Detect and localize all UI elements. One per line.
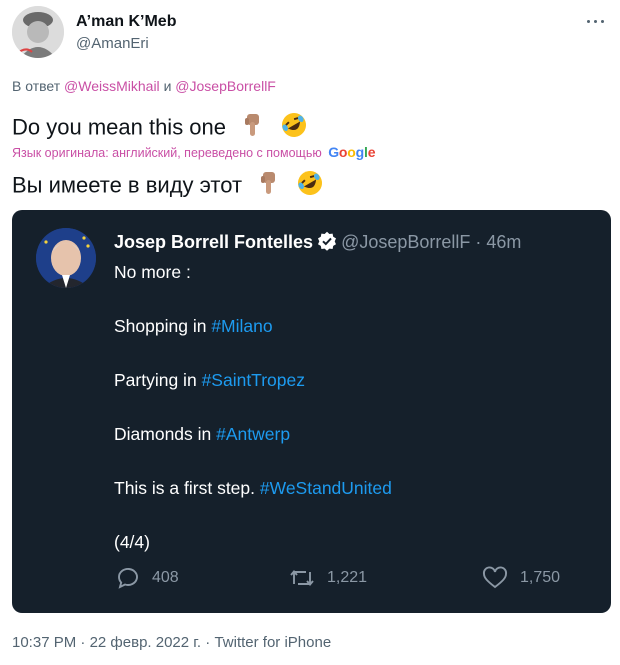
pointing-down-emoji-icon xyxy=(256,170,282,203)
tweet-time[interactable]: 10:37 PM xyxy=(12,634,76,651)
mention-link-2[interactable]: @JosepBorrellF xyxy=(175,78,276,94)
hashtag-antwerp: #Antwerp xyxy=(216,424,291,444)
google-logo: Google xyxy=(328,144,376,160)
tweet-source[interactable]: Twitter for iPhone xyxy=(214,634,331,651)
translated-text-content: Вы имеете в виду этот xyxy=(12,172,243,198)
quoted-author-handle: @JosepBorrellF · 46m xyxy=(341,232,522,252)
retweet-icon xyxy=(290,570,314,586)
translation-note: Язык оригинала: английский, переведено с… xyxy=(12,144,375,160)
tweet-footer: 10:37 PM · 22 февр. 2022 г. · Twitter fo… xyxy=(12,634,331,651)
quoted-tweet-image[interactable]: Josep Borrell Fontelles @JosepBorrellF · … xyxy=(12,210,611,613)
tweet-text-content: Do you mean this one xyxy=(12,114,227,140)
heart-icon xyxy=(483,566,507,589)
reply-count-value: 408 xyxy=(152,569,179,586)
quoted-line: No more : xyxy=(114,260,584,314)
tweet-header: A’man K’Meb @AmanEri xyxy=(12,6,612,62)
quoted-author-name: Josep Borrell Fontelles xyxy=(114,232,314,252)
reply-icon xyxy=(118,568,138,589)
quoted-line: Diamonds in #Antwerp xyxy=(114,422,584,476)
author-handle[interactable]: @AmanEri xyxy=(76,34,176,54)
quoted-line: Partying in #SaintTropez xyxy=(114,368,584,422)
quoted-line-text: Shopping in xyxy=(114,316,207,336)
mention-link-1[interactable]: @WeissMikhail xyxy=(64,78,160,94)
rofl-emoji-icon xyxy=(296,169,324,204)
hashtag-saint-tropez: #SaintTropez xyxy=(201,370,305,390)
translated-text: Вы имеете в виду этот xyxy=(12,169,324,204)
quoted-tweet-actions: 408 1,221 1,750 xyxy=(116,566,586,592)
quoted-line: Shopping in #Milano xyxy=(114,314,584,368)
author-display-name[interactable]: A’man K’Meb xyxy=(76,12,176,32)
tweet-date[interactable]: 22 февр. 2022 г. xyxy=(90,634,202,651)
pointing-down-emoji-icon xyxy=(240,112,266,145)
reply-conjunction: и xyxy=(163,78,172,94)
hashtag-milano: #Milano xyxy=(211,316,273,336)
quoted-line-text: Partying in xyxy=(114,370,197,390)
retweet-count-value: 1,221 xyxy=(327,569,368,586)
author-names: A’man K’Meb @AmanEri xyxy=(76,12,176,54)
verified-badge-icon xyxy=(317,231,337,256)
separator-dot: · xyxy=(80,634,86,651)
replying-to: В ответ @WeissMikhail и @JosepBorrellF xyxy=(12,78,276,94)
like-count-value: 1,750 xyxy=(520,569,561,586)
quoted-tweet-body: No more : Shopping in #Milano Partying i… xyxy=(114,260,584,584)
hashtag-westandunited: #WeStandUnited xyxy=(259,478,392,498)
more-options-icon[interactable] xyxy=(584,12,608,32)
quoted-line-text: Diamonds in xyxy=(114,424,212,444)
quoted-line-text: No more : xyxy=(114,262,191,282)
author-avatar[interactable] xyxy=(12,6,64,58)
quoted-tweet-header: Josep Borrell Fontelles @JosepBorrellF · … xyxy=(114,231,521,256)
separator-dot: · xyxy=(205,634,211,651)
reply-count: 408 xyxy=(116,566,179,590)
quoted-line: This is a first step. #WeStandUnited xyxy=(114,476,584,530)
like-count: 1,750 xyxy=(482,566,560,590)
translation-note-text: Язык оригинала: английский, переведено с… xyxy=(12,146,322,160)
quoted-line-text: This is a first step. xyxy=(114,478,256,498)
quoted-line-text: (4/4) xyxy=(114,532,150,552)
retweet-count: 1,221 xyxy=(289,566,367,590)
reply-prefix: В ответ xyxy=(12,78,61,94)
tweet-text: Do you mean this one xyxy=(12,111,308,146)
rofl-emoji-icon xyxy=(280,111,308,146)
quoted-author-avatar xyxy=(36,228,96,288)
